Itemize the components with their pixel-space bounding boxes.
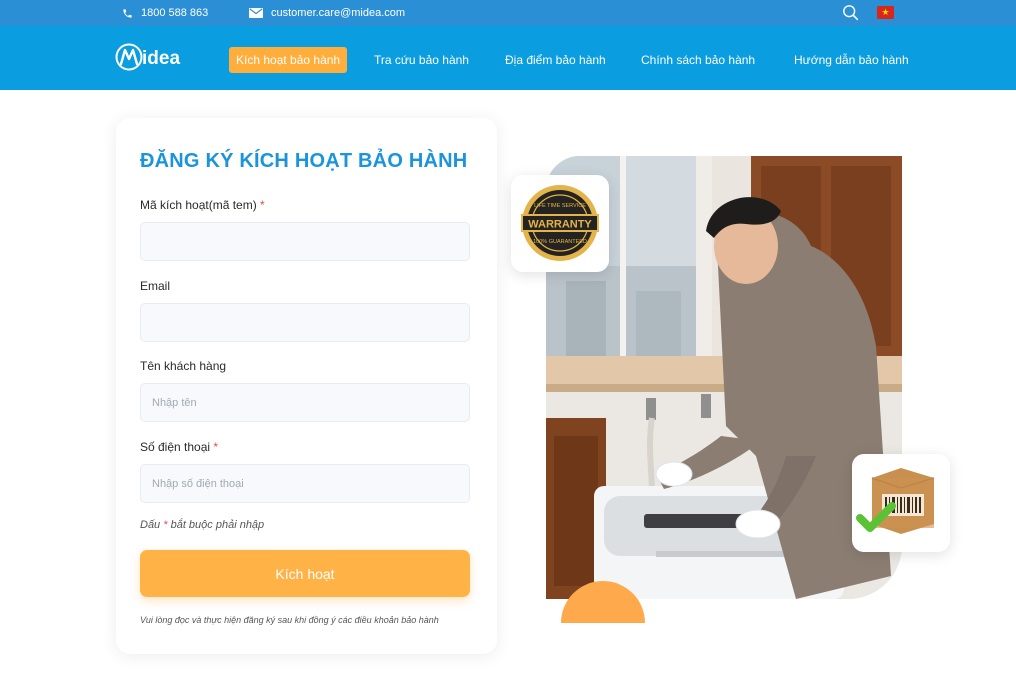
nav-tra-cuu-bao-hanh[interactable]: Tra cứu bảo hành (374, 47, 469, 73)
customer-name-label: Tên khách hàng (140, 359, 227, 373)
terms-note: Vui lòng đọc và thực hiện đăng ký sau kh… (140, 615, 439, 625)
search-icon[interactable] (842, 4, 860, 22)
required-star: * (260, 198, 265, 212)
activate-button[interactable]: Kích hoạt (140, 550, 470, 597)
email-address: customer.care@midea.com (271, 7, 406, 19)
warranty-seal-top-text: LIFE TIME SERVICE (534, 203, 586, 209)
activation-code-label: Mã kích hoạt(mã tem) * (140, 198, 265, 212)
email-input[interactable] (140, 303, 470, 342)
form-title: ĐĂNG KÝ KÍCH HOẠT BẢO HÀNH (140, 150, 468, 172)
mail-icon (249, 8, 263, 18)
nav-huong-dan-bao-hanh[interactable]: Hướng dẫn bảo hành (794, 47, 909, 73)
email-label: Email (140, 279, 171, 293)
svg-text:idea: idea (142, 48, 180, 69)
main-navbar: idea Kích hoạt bảo hành Tra cứu bảo hành… (0, 26, 1016, 90)
warranty-seal-main-text: WARRANTY (528, 219, 592, 231)
nav-chinh-sach-bao-hanh[interactable]: Chính sách bảo hành (641, 47, 755, 73)
required-note: Dấu * bắt buộc phải nhập (140, 519, 265, 531)
vietnam-flag-icon[interactable]: ★ (877, 6, 894, 19)
support-email[interactable]: customer.care@midea.com (249, 0, 405, 26)
required-star: * (213, 440, 219, 454)
phone-input[interactable] (140, 464, 470, 503)
warranty-badge-card: WARRANTY LIFE TIME SERVICE 100% GUARANTE… (511, 175, 609, 272)
phone-number: 1800 588 863 (141, 7, 209, 19)
activation-code-input[interactable] (140, 222, 470, 261)
nav-dia-diem-bao-hanh[interactable]: Địa điểm bảo hành (505, 47, 606, 73)
package-check-icon (856, 468, 935, 534)
nav-kich-hoat-bao-hanh[interactable]: Kích hoạt bảo hành (229, 47, 348, 73)
midea-logo[interactable]: idea (115, 40, 195, 74)
top-bar: 1800 588 863 customer.care@midea.com ★ (0, 0, 1016, 26)
hotline[interactable]: 1800 588 863 (122, 0, 208, 26)
customer-name-input[interactable] (140, 383, 470, 422)
phone-icon (123, 8, 132, 18)
warranty-seal-bottom-text: 100% GUARANTEED (533, 239, 587, 245)
phone-label: Số điện thoại * (140, 440, 219, 454)
warranty-seal-icon: WARRANTY LIFE TIME SERVICE 100% GUARANTE… (521, 185, 599, 261)
package-check-card (852, 454, 950, 552)
warranty-activation-card: ĐĂNG KÝ KÍCH HOẠT BẢO HÀNH Mã kích hoạt(… (116, 118, 497, 654)
